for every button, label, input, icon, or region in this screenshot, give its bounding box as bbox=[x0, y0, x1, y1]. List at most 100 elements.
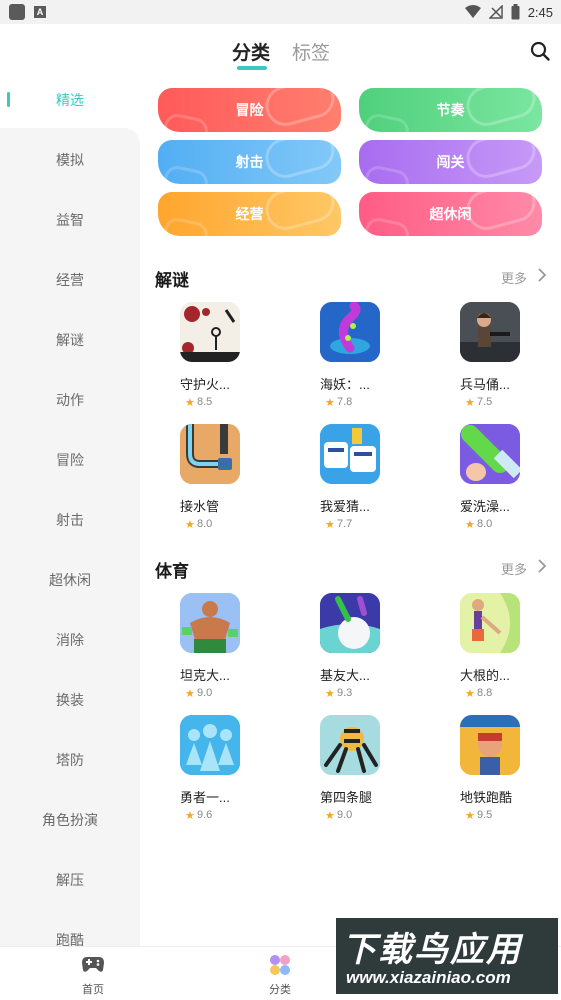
game-score: 9.6 bbox=[197, 809, 213, 821]
gamepad-icon bbox=[82, 957, 104, 972]
game-name: 接水管 bbox=[180, 499, 220, 514]
game-score: 9.5 bbox=[477, 809, 493, 821]
search-icon[interactable] bbox=[529, 40, 551, 62]
tab-category[interactable]: 分类 bbox=[232, 38, 270, 65]
game-score: 8.0 bbox=[197, 518, 213, 530]
runner-icon bbox=[460, 593, 520, 653]
nav-label: 分类 bbox=[269, 984, 291, 996]
sidebar-item-featured[interactable]: 精选 bbox=[0, 80, 140, 120]
soldier-icon bbox=[460, 302, 520, 362]
game-score: 8.0 bbox=[477, 518, 493, 530]
section-title-sports: 体育 bbox=[155, 562, 189, 581]
star-icon: ★ bbox=[185, 397, 195, 409]
more-link-riddle[interactable]: 更多 bbox=[501, 268, 527, 287]
sidebar-item-dressup[interactable]: 换装 bbox=[0, 680, 140, 720]
chevron-right-icon[interactable] bbox=[537, 268, 547, 282]
subway-icon bbox=[460, 715, 520, 775]
tab-tags[interactable]: 标签 bbox=[292, 38, 330, 65]
game-name: 第四条腿 bbox=[320, 790, 373, 805]
game-name: 大根的... bbox=[460, 668, 510, 683]
category-label: 射击 bbox=[235, 154, 264, 170]
watermark-url: www.xiazainiao.com bbox=[346, 968, 511, 987]
game-card[interactable]: 勇者一... ★ 9.6 bbox=[160, 715, 260, 837]
stickman-icon bbox=[180, 302, 240, 362]
category-label: 经营 bbox=[235, 206, 264, 222]
category-sidebar: 精选 模拟 益智 经营 解谜 动作 冒险 射击 超休闲 消除 换装 塔防 角色扮… bbox=[0, 76, 140, 948]
game-card[interactable]: 守护火... ★ 8.5 bbox=[160, 302, 260, 424]
game-name: 勇者一... bbox=[180, 790, 230, 805]
game-card[interactable]: 爱洗澡... ★ 8.0 bbox=[440, 424, 540, 546]
game-score: 7.5 bbox=[477, 396, 493, 408]
star-icon: ★ bbox=[325, 810, 335, 822]
game-card[interactable]: 地铁跑酷 ★ 9.5 bbox=[440, 715, 540, 837]
game-card[interactable]: 接水管 ★ 8.0 bbox=[160, 424, 260, 546]
star-icon: ★ bbox=[325, 397, 335, 409]
game-score: 8.8 bbox=[477, 687, 493, 699]
sidebar-item-management[interactable]: 经营 bbox=[0, 260, 140, 300]
category-button-rhythm[interactable]: 节奏 bbox=[359, 88, 542, 132]
game-card[interactable]: 我爱猜... ★ 7.7 bbox=[300, 424, 400, 546]
sidebar-item-match[interactable]: 消除 bbox=[0, 620, 140, 660]
pipe-icon bbox=[180, 424, 240, 484]
star-icon: ★ bbox=[325, 688, 335, 700]
star-icon: ★ bbox=[185, 519, 195, 531]
top-bar: 分类 标签 bbox=[0, 24, 561, 76]
category-button-hypercasual[interactable]: 超休闲 bbox=[359, 192, 542, 236]
game-name: 守护火... bbox=[180, 377, 230, 392]
app-notification-icon bbox=[9, 4, 25, 20]
sidebar-list: 模拟 益智 经营 解谜 动作 冒险 射击 超休闲 消除 换装 塔防 角色扮演 解… bbox=[0, 128, 140, 948]
star-icon: ★ bbox=[325, 519, 335, 531]
cleaning-icon bbox=[460, 424, 520, 484]
sidebar-item-puzzle[interactable]: 益智 bbox=[0, 200, 140, 240]
watermark-title: 下载鸟应用 bbox=[342, 931, 522, 969]
star-icon: ★ bbox=[185, 688, 195, 700]
battery-icon bbox=[511, 4, 520, 20]
category-icon bbox=[270, 955, 290, 975]
category-label: 节奏 bbox=[436, 102, 465, 118]
sidebar-item-action[interactable]: 动作 bbox=[0, 380, 140, 420]
game-card[interactable]: 第四条腿 ★ 9.0 bbox=[300, 715, 400, 837]
sidebar-item-hypercasual[interactable]: 超休闲 bbox=[0, 560, 140, 600]
game-name: 我爱猜... bbox=[320, 499, 370, 514]
active-tab-underline bbox=[237, 66, 267, 70]
category-button-shooting[interactable]: 射击 bbox=[158, 140, 341, 184]
star-icon: ★ bbox=[465, 519, 475, 531]
star-icon: ★ bbox=[185, 810, 195, 822]
nav-label: 首页 bbox=[82, 984, 104, 996]
muscle-man-icon bbox=[180, 593, 240, 653]
star-icon: ★ bbox=[465, 397, 475, 409]
sidebar-item-shooting[interactable]: 射击 bbox=[0, 500, 140, 540]
game-score: 9.0 bbox=[197, 687, 213, 699]
nav-item-category[interactable]: 分类 bbox=[240, 947, 320, 1000]
sidebar-item-tower-defense[interactable]: 塔防 bbox=[0, 740, 140, 780]
game-score: 7.7 bbox=[337, 518, 353, 530]
game-card[interactable]: 兵马俑... ★ 7.5 bbox=[440, 302, 540, 424]
game-name: 爱洗澡... bbox=[460, 499, 510, 514]
game-card[interactable]: 海妖：... ★ 7.8 bbox=[300, 302, 400, 424]
category-button-management[interactable]: 经营 bbox=[158, 192, 341, 236]
star-icon: ★ bbox=[465, 688, 475, 700]
nav-item-home[interactable]: 首页 bbox=[53, 947, 133, 1000]
game-card[interactable]: 大根的... ★ 8.8 bbox=[440, 593, 540, 715]
sidebar-item-simulation[interactable]: 模拟 bbox=[0, 140, 140, 180]
sidebar-item-rpg[interactable]: 角色扮演 bbox=[0, 800, 140, 840]
chevron-right-icon[interactable] bbox=[537, 559, 547, 573]
sidebar-item-riddle[interactable]: 解谜 bbox=[0, 320, 140, 360]
star-icon: ★ bbox=[465, 810, 475, 822]
category-label: 闯关 bbox=[436, 154, 465, 170]
game-score: 9.0 bbox=[337, 809, 353, 821]
section-title-riddle: 解谜 bbox=[155, 271, 189, 290]
snowball-icon bbox=[320, 593, 380, 653]
category-button-adventure[interactable]: 冒险 bbox=[158, 88, 341, 132]
sidebar-item-adventure[interactable]: 冒险 bbox=[0, 440, 140, 480]
sidebar-item-relax[interactable]: 解压 bbox=[0, 860, 140, 900]
game-card[interactable]: 坦克大... ★ 9.0 bbox=[160, 593, 260, 715]
game-card[interactable]: 基友大... ★ 9.3 bbox=[300, 593, 400, 715]
game-score: 9.3 bbox=[337, 687, 353, 699]
game-name: 坦克大... bbox=[180, 668, 230, 683]
game-name: 兵马俑... bbox=[460, 377, 510, 392]
wifi-icon bbox=[464, 5, 481, 18]
category-label: 冒险 bbox=[235, 102, 264, 118]
category-button-levels[interactable]: 闯关 bbox=[359, 140, 542, 184]
more-link-sports[interactable]: 更多 bbox=[501, 559, 527, 578]
